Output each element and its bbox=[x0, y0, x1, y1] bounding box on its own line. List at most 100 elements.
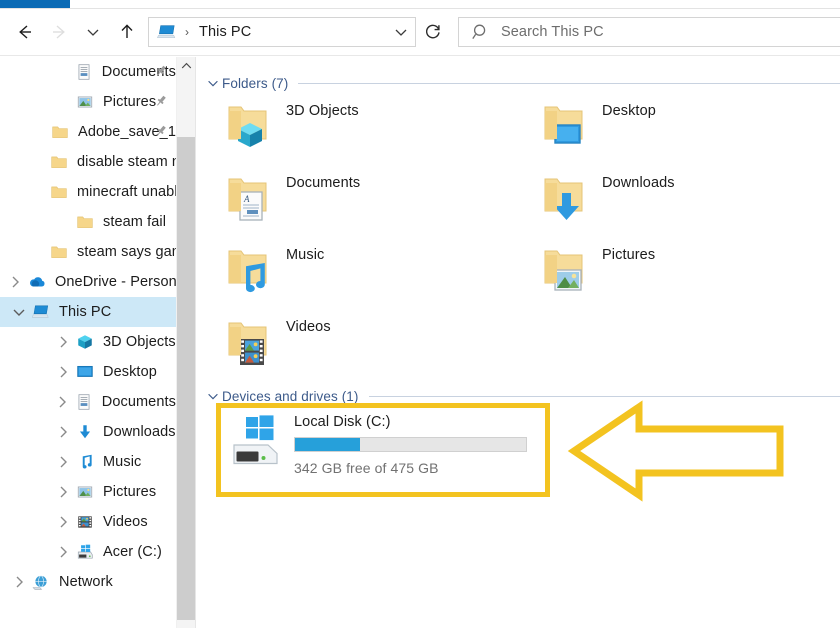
file-explorer-window: › This PC Documents Pictures Adobe_save_1d… bbox=[0, 0, 840, 628]
documents-icon bbox=[78, 64, 90, 80]
sidebar-item-videos[interactable]: Videos bbox=[0, 507, 176, 537]
sidebar-twisty-expanded[interactable] bbox=[8, 297, 30, 327]
navigation-pane-scrollbar[interactable] bbox=[176, 57, 196, 628]
chevron-right-icon bbox=[60, 546, 67, 558]
sidebar-twisty-collapsed[interactable] bbox=[52, 327, 74, 357]
network-icon bbox=[32, 575, 47, 590]
sidebar-item-label: Desktop bbox=[103, 364, 157, 380]
pin-icon[interactable] bbox=[154, 94, 168, 111]
ribbon-active-tab[interactable] bbox=[0, 0, 70, 8]
folder-documents-icon: A bbox=[224, 171, 276, 221]
arrow-right-icon bbox=[53, 25, 65, 39]
sidebar-item-disable-steam-no[interactable]: disable steam no bbox=[0, 147, 176, 177]
sidebar-twisty-placeholder bbox=[26, 147, 48, 177]
documents-icon bbox=[78, 394, 90, 410]
sidebar-item-3d-objects[interactable]: 3D Objects bbox=[0, 327, 176, 357]
folder-tile-label: Documents bbox=[286, 175, 361, 191]
back-button[interactable] bbox=[8, 15, 42, 49]
videos-icon bbox=[78, 516, 92, 528]
search-box[interactable] bbox=[458, 17, 840, 47]
refresh-icon bbox=[426, 24, 440, 39]
sidebar-twisty-collapsed[interactable] bbox=[4, 267, 26, 297]
sidebar-twisty-collapsed[interactable] bbox=[8, 567, 30, 597]
sidebar-item-network[interactable]: Network bbox=[0, 567, 176, 597]
sidebar-twisty-collapsed[interactable] bbox=[52, 507, 74, 537]
drive-free-space-text: 342 GB free of 475 GB bbox=[294, 460, 439, 476]
drive-capacity-bar bbox=[294, 437, 527, 452]
documents-icon bbox=[73, 391, 95, 413]
chevron-down-icon[interactable] bbox=[204, 389, 222, 403]
drive-icon bbox=[74, 541, 96, 563]
drive-tile[interactable]: Local Disk (C:) 342 GB free of 475 GB bbox=[228, 413, 527, 476]
chevron-down-icon bbox=[208, 80, 218, 87]
sidebar-item-adobe-save-1[interactable]: Adobe_save_1 bbox=[0, 117, 176, 147]
group-header-devices[interactable]: Devices and drives (1) bbox=[204, 386, 840, 406]
folder-3d-objects-icon bbox=[224, 99, 276, 149]
chevron-right-icon bbox=[60, 486, 67, 498]
folder-tile-label: Music bbox=[286, 247, 325, 263]
folder-tile[interactable]: Pictures bbox=[540, 243, 840, 315]
sidebar-twisty-collapsed[interactable] bbox=[52, 447, 74, 477]
pushpin-icon bbox=[157, 95, 166, 106]
navigation-pane: Documents Pictures Adobe_save_1 disable ste… bbox=[0, 57, 176, 628]
folder-tile[interactable]: 3D Objects bbox=[224, 99, 554, 171]
sidebar-item-onedrive-person[interactable]: OneDrive - Person bbox=[0, 267, 176, 297]
sidebar-twisty-collapsed[interactable] bbox=[51, 387, 73, 417]
refresh-button[interactable] bbox=[418, 17, 448, 47]
chevron-right-icon bbox=[60, 336, 67, 348]
scroll-up-button[interactable] bbox=[177, 57, 196, 74]
pictures-icon bbox=[74, 481, 96, 503]
scrollbar-thumb[interactable] bbox=[177, 137, 196, 620]
sidebar-item-pictures[interactable]: Pictures bbox=[0, 477, 176, 507]
videos-icon bbox=[74, 511, 96, 533]
folder-icon bbox=[51, 186, 67, 198]
folder-tile[interactable]: Downloads bbox=[540, 171, 840, 243]
sidebar-item-minecraft-unable[interactable]: minecraft unable bbox=[0, 177, 176, 207]
search-input[interactable] bbox=[501, 24, 840, 40]
this-pc-icon bbox=[30, 301, 52, 323]
chevron-right-icon bbox=[16, 576, 23, 588]
folder-tile[interactable]: Desktop bbox=[540, 99, 840, 171]
sidebar-twisty-collapsed[interactable] bbox=[52, 537, 74, 567]
sidebar-item-acer-c[interactable]: Acer (C:) bbox=[0, 537, 176, 567]
sidebar-item-documents[interactable]: Documents bbox=[0, 57, 176, 87]
chevron-down-icon bbox=[395, 29, 407, 36]
recent-locations-button[interactable] bbox=[76, 15, 110, 49]
desktop-icon bbox=[74, 361, 96, 383]
pin-icon[interactable] bbox=[154, 64, 168, 81]
group-header-folders[interactable]: Folders (7) bbox=[204, 73, 840, 93]
breadcrumb-current[interactable]: This PC bbox=[195, 24, 389, 40]
pictures-icon bbox=[77, 486, 93, 498]
folder-tile[interactable]: Music bbox=[224, 243, 554, 315]
sidebar-item-documents[interactable]: Documents bbox=[0, 387, 176, 417]
forward-button[interactable] bbox=[42, 15, 76, 49]
sidebar-twisty-collapsed[interactable] bbox=[52, 357, 74, 387]
sidebar-twisty-collapsed[interactable] bbox=[52, 417, 74, 447]
folder-tile[interactable]: Videos bbox=[224, 315, 554, 387]
this-pc-icon bbox=[32, 305, 49, 318]
sidebar-item-desktop[interactable]: Desktop bbox=[0, 357, 176, 387]
ribbon-tab-strip bbox=[0, 0, 840, 9]
chevron-right-icon bbox=[60, 426, 67, 438]
navigation-toolbar: › This PC bbox=[0, 9, 840, 56]
chevron-down-icon[interactable] bbox=[204, 76, 222, 90]
windows-drive-icon bbox=[233, 415, 278, 465]
address-bar[interactable]: › This PC bbox=[148, 17, 416, 47]
sidebar-item-label: disable steam no bbox=[77, 154, 176, 170]
sidebar-item-pictures[interactable]: Pictures bbox=[0, 87, 176, 117]
address-dropdown-button[interactable] bbox=[389, 24, 413, 40]
pin-icon[interactable] bbox=[154, 124, 168, 141]
pushpin-icon bbox=[157, 125, 166, 136]
sidebar-item-label: Pictures bbox=[103, 484, 157, 500]
sidebar-item-this-pc[interactable]: This PC bbox=[0, 297, 176, 327]
music-icon bbox=[74, 451, 96, 473]
music-icon bbox=[82, 454, 92, 469]
up-button[interactable] bbox=[110, 15, 144, 49]
sidebar-item-steam-says-game[interactable]: steam says game bbox=[0, 237, 176, 267]
sidebar-item-steam-fail[interactable]: steam fail bbox=[0, 207, 176, 237]
sidebar-twisty-collapsed[interactable] bbox=[52, 477, 74, 507]
folder-tile[interactable]: A Documents bbox=[224, 171, 554, 243]
sidebar-item-music[interactable]: Music bbox=[0, 447, 176, 477]
folder-icon bbox=[48, 151, 70, 173]
sidebar-item-downloads[interactable]: Downloads bbox=[0, 417, 176, 447]
